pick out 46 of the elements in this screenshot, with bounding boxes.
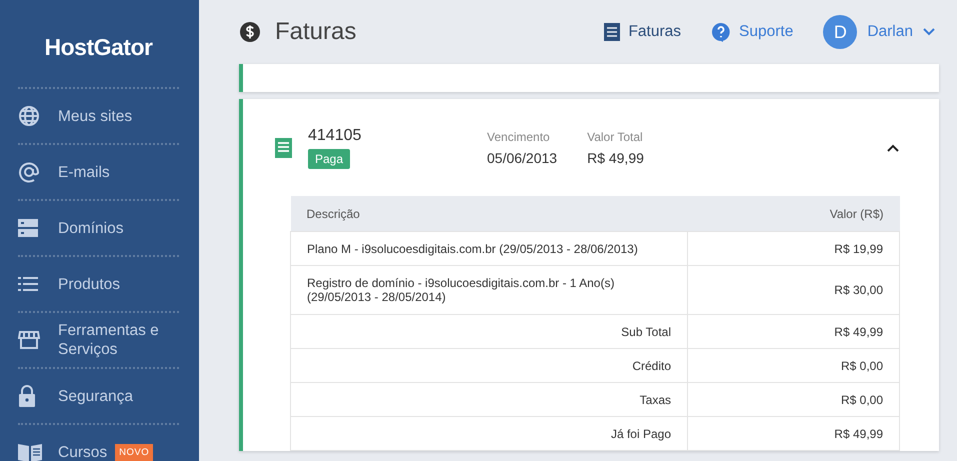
status-badge: Paga [308,148,350,168]
field-label: Vencimento [487,130,551,144]
field-value: R$ 49,99 [587,150,644,166]
table-cell: Crédito [290,348,688,382]
nav-link[interactable]: Suporte [711,22,794,42]
user-name[interactable]: Darlan [867,23,913,41]
lock-icon [18,385,36,407]
globe-icon [18,105,40,127]
sidebar-item[interactable]: Meus sites [58,106,168,126]
table-cell: Registro de domínio - i9solucoesdigitais.com.br - 1 Ano(s) (29/05/2013 - 28/05/2014) [290,266,688,314]
table-cell: Plano M - i9solucoesdigitais.com.br (29/05/2013 - 28/06/2013) [290,232,688,266]
logo[interactable]: HostGator [44,34,152,61]
list-icon [18,277,38,291]
table-cell: R$ 0,00 [688,382,900,416]
sidebar-item[interactable]: Segurança [58,386,168,406]
table-cell: Taxas [290,382,688,416]
chevron-icon[interactable] [887,144,899,152]
table-cell: Sub Total [290,314,688,348]
sidebar-item[interactable]: Ferramentas e Serviços [58,321,168,359]
sidebar-item[interactable]: Domínios [58,218,168,238]
table-cell: Já foi Pago [290,416,688,450]
page-title: Faturas [275,18,358,46]
help-icon [711,22,732,42]
table-cell: R$ 49,99 [688,314,900,348]
chevron-down-icon[interactable] [923,28,935,36]
new-badge: NOVO [115,444,154,460]
field-value: 05/06/2013 [487,150,558,166]
sidebar-item[interactable]: Produtos [58,274,168,294]
sidebar-item[interactable]: E-mails [58,162,168,182]
table-cell: R$ 49,99 [688,416,900,450]
sidebar-item[interactable]: Cursos [58,442,108,461]
table-cell: R$ 30,00 [688,266,900,314]
column-header: Valor (R$) [688,196,900,232]
nav-link[interactable]: Faturas [604,23,682,41]
table-cell: R$ 19,99 [688,232,900,266]
server-icon [18,218,38,238]
storefront-icon [18,330,40,350]
at-sign-icon [18,161,40,183]
column-header: Descrição [290,196,688,232]
document-icon [604,23,620,41]
field-label: Valor Total [587,130,644,144]
invoice-number: 414105 [308,126,362,144]
user-avatar[interactable]: D [823,15,858,49]
table-cell: R$ 0,00 [688,348,900,382]
invoice-icon [275,138,292,158]
dollar-icon [239,21,261,43]
